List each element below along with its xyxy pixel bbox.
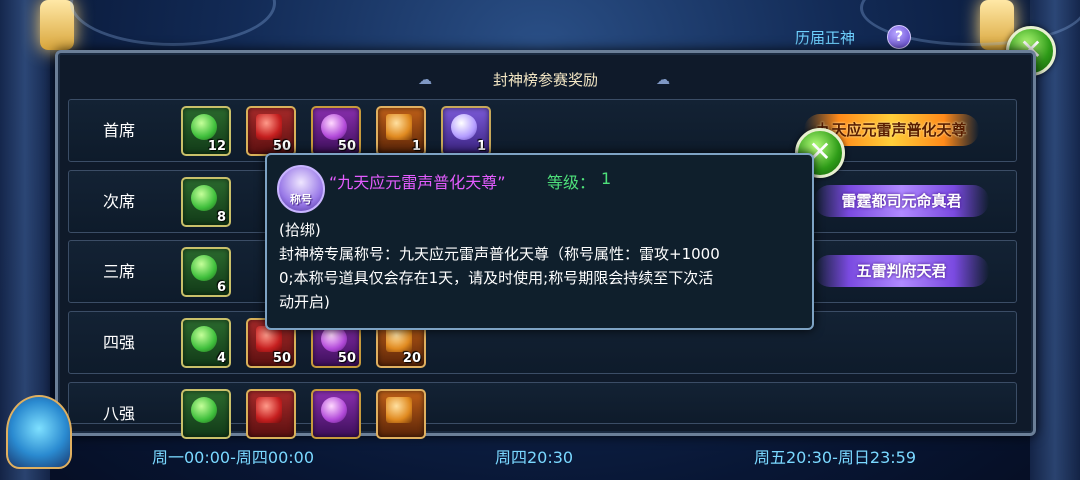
- item-count: 4: [216, 351, 226, 366]
- reward-item-purple[interactable]: [311, 389, 361, 439]
- violet-item-icon: [451, 114, 477, 140]
- red-item-icon: [256, 114, 282, 140]
- reward-row: 八强: [68, 382, 1017, 439]
- rank-label: 四强: [102, 333, 135, 352]
- purple-item-icon: [321, 114, 347, 140]
- bg-swirl-left: [70, 0, 276, 46]
- rank-label: 三席: [102, 262, 135, 281]
- title-badge-icon-label: 称号: [290, 193, 312, 206]
- reward-item-green[interactable]: 4: [181, 318, 231, 368]
- reward-item-green[interactable]: 8: [181, 177, 231, 227]
- orange-item-icon: [386, 397, 412, 423]
- history-champions-link[interactable]: 历届正神: [795, 27, 855, 48]
- reward-item-red[interactable]: [246, 389, 296, 439]
- title-badge[interactable]: 五雷判府天君: [814, 255, 989, 287]
- rank-label: 八强: [102, 404, 135, 423]
- tooltip-level-label: 等级：: [547, 173, 596, 192]
- green-item-icon: [191, 397, 217, 423]
- reward-item-green[interactable]: [181, 389, 231, 439]
- left-lantern: [40, 0, 74, 50]
- item-count: 1: [476, 139, 486, 154]
- item-count: 20: [402, 351, 421, 366]
- reward-item-orange[interactable]: [376, 389, 426, 439]
- tooltip-bind-type: (拾绑): [279, 221, 321, 239]
- item-count: 8: [216, 210, 226, 225]
- tooltip-desc-line-3: 动开启): [279, 293, 330, 311]
- phase-signup-time: 周一00:00-周四00:00: [152, 448, 314, 467]
- tooltip-desc-line-1: 封神榜专属称号：九天应元雷声普化天尊（称号属性：雷攻+1000: [279, 245, 720, 263]
- title-badge-icon: 称号: [277, 165, 325, 213]
- green-item-icon: [191, 114, 217, 140]
- reward-item-orange[interactable]: 1: [376, 106, 426, 156]
- tooltip-desc-line-2: 0;本称号道具仅会存在1天，请及时使用;称号期限会持续至下次活: [279, 269, 714, 287]
- item-count: 12: [207, 139, 226, 154]
- reward-item-green[interactable]: 12: [181, 106, 231, 156]
- item-count: 6: [216, 280, 226, 295]
- green-item-icon: [191, 255, 217, 281]
- green-item-icon: [191, 326, 217, 352]
- phase-match-time: 周四20:30: [495, 448, 574, 467]
- item-count: 50: [272, 351, 291, 366]
- tooltip-item-name: “九天应元雷声普化天尊”: [329, 173, 506, 192]
- cloud-ornament-right-icon: ☁: [656, 72, 670, 88]
- phase-final-time: 周五20:30-周日23:59: [754, 448, 916, 467]
- reward-item-green[interactable]: 6: [181, 247, 231, 297]
- item-tooltip: 称号 “九天应元雷声普化天尊” 等级： 1 (拾绑) 封神榜专属称号：九天应元雷…: [265, 153, 814, 330]
- reward-item-red[interactable]: 50: [246, 106, 296, 156]
- green-item-icon: [191, 185, 217, 211]
- title-badge[interactable]: 雷霆都司元命真君: [814, 185, 989, 217]
- tooltip-level-value: 1: [601, 169, 612, 188]
- question-icon[interactable]: ?: [887, 25, 911, 49]
- reward-item-purple[interactable]: 50: [311, 106, 361, 156]
- rank-label: 次席: [102, 192, 135, 211]
- item-count: 50: [272, 139, 291, 154]
- rank-label: 首席: [102, 121, 135, 140]
- item-count: 50: [337, 351, 356, 366]
- purple-item-icon: [321, 397, 347, 423]
- item-count: 50: [337, 139, 356, 154]
- red-item-icon: [256, 397, 282, 423]
- reward-item-violet[interactable]: 1: [441, 106, 491, 156]
- orange-item-icon: [386, 114, 412, 140]
- treasure-bag-icon[interactable]: [6, 395, 72, 469]
- panel-title: 封神榜参赛奖励: [492, 71, 598, 89]
- item-count: 1: [411, 139, 421, 154]
